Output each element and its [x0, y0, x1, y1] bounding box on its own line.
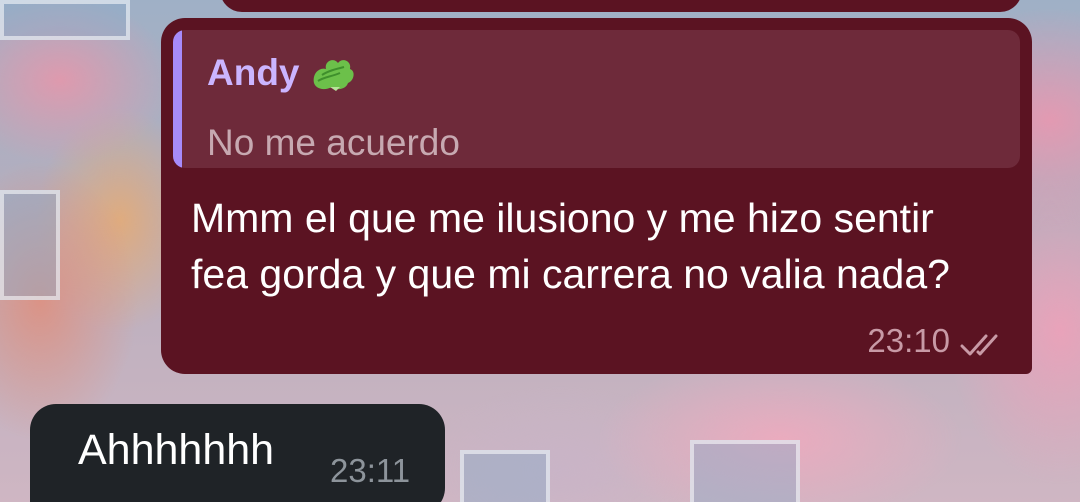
wallpaper-window — [460, 450, 550, 502]
reply-preview[interactable]: Andy No me acuerdo — [173, 30, 1020, 168]
reply-author: Andy — [207, 52, 356, 94]
wallpaper-window — [690, 440, 800, 502]
reply-accent-bar — [173, 30, 182, 168]
outgoing-message-time: 23:10 — [867, 322, 950, 359]
outgoing-message-meta: 23:10 — [867, 322, 1006, 360]
incoming-message-text: Ahhhhhhh — [78, 426, 275, 474]
wallpaper-window — [0, 190, 60, 300]
wallpaper-window — [0, 0, 130, 40]
previous-message-bubble[interactable] — [220, 0, 1022, 12]
incoming-message-time: 23:11 — [330, 452, 411, 489]
outgoing-message-bubble[interactable]: Andy No me acuerdo Mmm el que me ilusion… — [161, 18, 1032, 374]
reply-quoted-text: No me acuerdo — [207, 122, 460, 163]
incoming-message-bubble[interactable]: Ahhhhhhh 23:11 — [30, 404, 445, 502]
lettuce-icon — [310, 53, 356, 93]
outgoing-message-text: Mmm el que me ilusiono y me hizo sentir … — [191, 195, 950, 297]
double-check-icon — [960, 328, 1006, 356]
reply-author-name: Andy — [207, 52, 300, 93]
